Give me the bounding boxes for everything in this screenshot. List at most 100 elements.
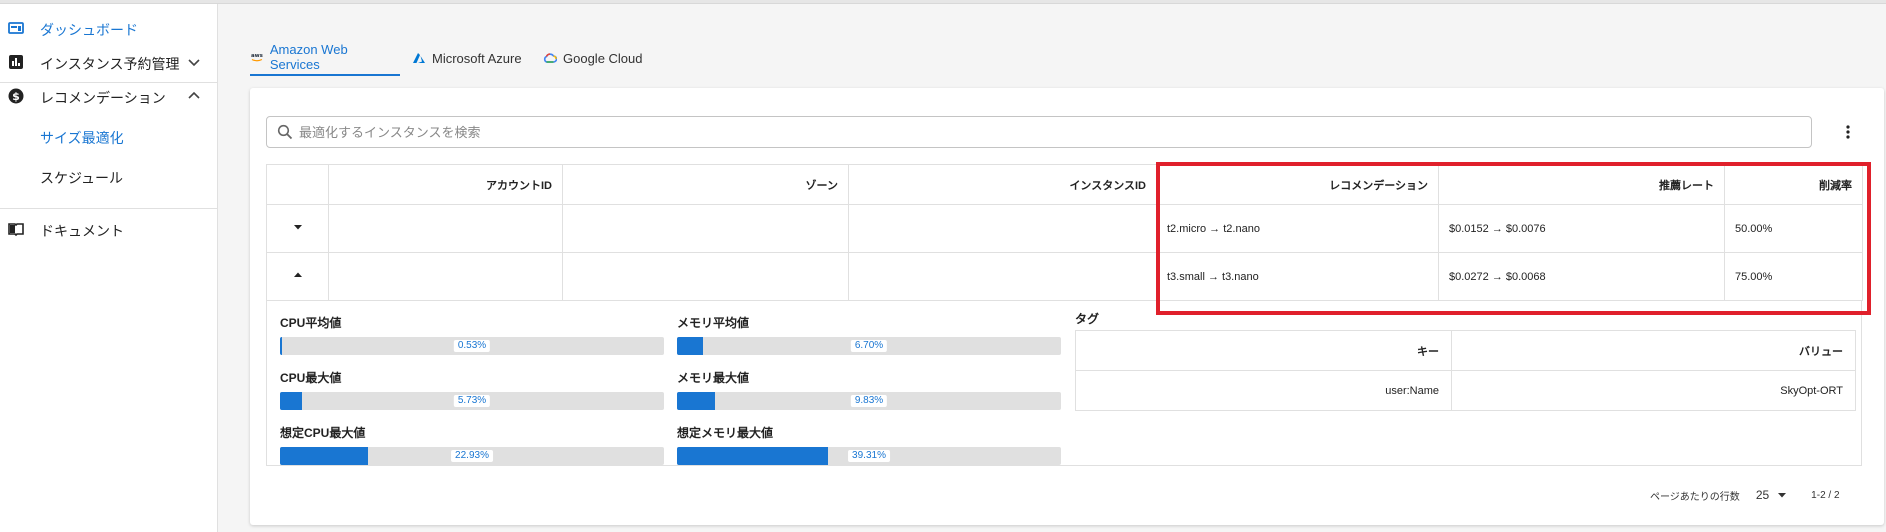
metric-estimated-cpu-max: 想定CPU最大値 22.93% bbox=[280, 424, 664, 465]
metric-label: 想定CPU最大値 bbox=[280, 426, 366, 440]
metric-bar: 22.93% bbox=[280, 447, 664, 465]
metric-label: 想定メモリ最大値 bbox=[677, 426, 774, 440]
top-border bbox=[0, 0, 1886, 4]
tab-label: Microsoft Azure bbox=[432, 50, 522, 66]
table-row: t2.micro → t2.nano $0.0152 → $0.0076 50.… bbox=[266, 204, 1863, 253]
sidebar-item-label: ドキュメント bbox=[40, 223, 124, 239]
rows-per-page-select[interactable]: 25 bbox=[1756, 488, 1787, 502]
sidebar-item-documents[interactable]: ドキュメント bbox=[0, 209, 218, 249]
metric-bar-fill bbox=[677, 447, 828, 465]
book-icon bbox=[8, 223, 24, 237]
sidebar-item-recommendation[interactable]: $ レコメンデーション bbox=[0, 76, 218, 116]
dashboard-icon bbox=[8, 22, 24, 34]
recommendation-cell: t3.small → t3.nano bbox=[1156, 252, 1439, 301]
sidebar-item-label: ダッシュボード bbox=[40, 22, 138, 38]
tab-google-cloud[interactable]: Google Cloud bbox=[543, 40, 643, 76]
account-id-cell bbox=[328, 204, 563, 253]
column-header[interactable]: インスタンスID bbox=[848, 164, 1157, 205]
metric-label: メモリ平均値 bbox=[677, 316, 750, 330]
sidebar: ダッシュボード インスタンス予約管理 $ レコメンデーション サイズ最適化 スケ… bbox=[0, 4, 218, 532]
column-header[interactable]: アカウントID bbox=[328, 164, 563, 205]
tags-header-row: キー バリュー bbox=[1075, 330, 1856, 371]
column-header: バリュー bbox=[1451, 330, 1856, 371]
sidebar-subitem-label: スケジュール bbox=[40, 170, 124, 186]
column-header[interactable]: レコメンデーション bbox=[1156, 164, 1439, 205]
azure-icon bbox=[413, 53, 425, 63]
metric-memory-max: メモリ最大値 9.83% bbox=[677, 369, 1061, 410]
metric-value: 22.93% bbox=[451, 450, 493, 462]
sidebar-item-label: インスタンス予約管理 bbox=[40, 56, 180, 72]
sidebar-subitem-size-optimization[interactable]: サイズ最適化 bbox=[0, 116, 218, 156]
expand-row-button[interactable] bbox=[292, 221, 304, 236]
recommendation-table: アカウントID ゾーン インスタンスID レコメンデーション 推薦レート 削減率… bbox=[266, 164, 1863, 301]
sidebar-item-label: レコメンデーション bbox=[40, 90, 166, 106]
metric-cpu-avg: CPU平均値 0.53% bbox=[280, 314, 664, 355]
reduction-cell: 50.00% bbox=[1724, 204, 1863, 253]
pagination-range: 1-2 / 2 bbox=[1811, 489, 1840, 501]
arrow-up-icon bbox=[293, 272, 302, 277]
metric-value: 5.73% bbox=[453, 395, 491, 407]
metric-bar: 9.83% bbox=[677, 392, 1061, 410]
more-vert-icon[interactable] bbox=[1840, 124, 1856, 140]
recommendation-card: アカウントID ゾーン インスタンスID レコメンデーション 推薦レート 削減率… bbox=[250, 88, 1884, 525]
metric-value: 6.70% bbox=[850, 340, 888, 352]
row-detail-panel: CPU平均値 0.53% メモリ平均値 6.70% CPU最大値 5.73% メ… bbox=[266, 300, 1862, 466]
zone-cell bbox=[562, 252, 849, 301]
column-header[interactable]: ゾーン bbox=[562, 164, 849, 205]
column-header bbox=[266, 164, 329, 205]
pagination: ページあたりの行数 25 1-2 / 2 bbox=[1650, 485, 1840, 505]
metric-label: CPU平均値 bbox=[280, 316, 342, 330]
instance-id-cell bbox=[848, 204, 1157, 253]
reduction-cell: 75.00% bbox=[1724, 252, 1863, 301]
metric-bar-fill bbox=[280, 337, 283, 355]
search-box[interactable] bbox=[266, 116, 1812, 148]
instance-id-cell bbox=[848, 252, 1157, 301]
metric-label: メモリ最大値 bbox=[677, 371, 750, 385]
rows-per-page-value: 25 bbox=[1755, 488, 1770, 502]
metric-value: 9.83% bbox=[850, 395, 888, 407]
rows-per-page-label: ページあたりの行数 bbox=[1650, 491, 1740, 503]
collapse-row-button[interactable] bbox=[292, 269, 304, 284]
sidebar-subitem-label: サイズ最適化 bbox=[40, 130, 124, 146]
bar-chart-icon bbox=[9, 55, 23, 69]
sidebar-subitem-schedule[interactable]: スケジュール bbox=[0, 156, 218, 196]
tags-title: タグ bbox=[1075, 312, 1100, 326]
rate-cell: $0.0272 → $0.0068 bbox=[1438, 252, 1725, 301]
google-cloud-icon bbox=[543, 53, 557, 63]
account-id-cell bbox=[328, 252, 563, 301]
metric-bar: 5.73% bbox=[280, 392, 664, 410]
column-header[interactable]: 推薦レート bbox=[1438, 164, 1725, 205]
chevron-up-icon bbox=[188, 91, 200, 99]
tab-label: Google Cloud bbox=[563, 50, 643, 66]
metric-memory-avg: メモリ平均値 6.70% bbox=[677, 314, 1061, 355]
metric-bar-fill bbox=[677, 392, 715, 410]
tab-label: Amazon Web Services bbox=[269, 42, 348, 72]
metric-label: CPU最大値 bbox=[280, 371, 342, 385]
metric-bar-fill bbox=[280, 392, 302, 410]
table-header-row: アカウントID ゾーン インスタンスID レコメンデーション 推薦レート 削減率 bbox=[266, 164, 1863, 205]
search-input[interactable] bbox=[299, 124, 1699, 140]
metric-bar-fill bbox=[280, 447, 369, 465]
search-icon bbox=[277, 124, 293, 140]
metric-cpu-max: CPU最大値 5.73% bbox=[280, 369, 664, 410]
column-header: キー bbox=[1075, 330, 1452, 371]
tag-value-cell: SkyOpt-ORT bbox=[1451, 370, 1856, 411]
recommendation-cell: t2.micro → t2.nano bbox=[1156, 204, 1439, 253]
metric-estimated-memory-max: 想定メモリ最大値 39.31% bbox=[677, 424, 1061, 465]
zone-cell bbox=[562, 204, 849, 253]
metric-value: 39.31% bbox=[848, 450, 890, 462]
metric-value: 0.53% bbox=[453, 340, 491, 352]
column-header[interactable]: 削減率 bbox=[1724, 164, 1863, 205]
metric-bar: 6.70% bbox=[677, 337, 1061, 355]
svg-text:$: $ bbox=[12, 90, 20, 103]
tags-table: キー バリュー user:Name SkyOpt-ORT bbox=[1075, 330, 1856, 411]
metric-bar: 0.53% bbox=[280, 337, 664, 355]
arrow-down-icon bbox=[293, 225, 302, 230]
dollar-icon: $ bbox=[8, 88, 24, 104]
table-row: t3.small → t3.nano $0.0272 → $0.0068 75.… bbox=[266, 252, 1863, 301]
dropdown-arrow-icon bbox=[1778, 493, 1787, 498]
tab-azure[interactable]: Microsoft Azure bbox=[412, 40, 522, 76]
rate-cell: $0.0152 → $0.0076 bbox=[1438, 204, 1725, 253]
table-row: user:Name SkyOpt-ORT bbox=[1075, 370, 1856, 411]
tab-aws[interactable]: aws Amazon Web Services bbox=[250, 40, 400, 76]
